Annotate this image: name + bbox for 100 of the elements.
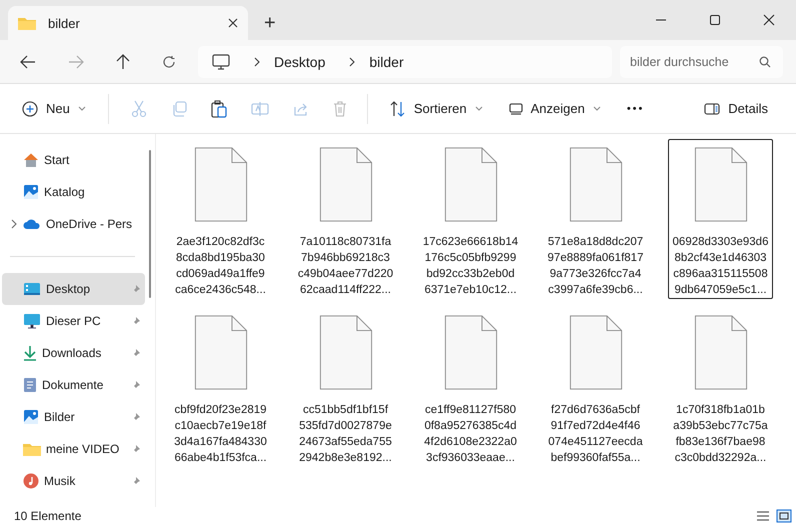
- file-name: 24673af55eda755: [299, 435, 392, 450]
- file-name: c896aa315115508: [673, 267, 768, 282]
- file-name: 074e451127eecda: [548, 435, 643, 450]
- search-icon: [759, 56, 771, 68]
- tab-title: bilder: [48, 16, 81, 30]
- document-icon: [23, 377, 37, 393]
- sidebar-item[interactable]: Musik: [2, 465, 145, 497]
- file-item[interactable]: f27d6d7636a5cbf 91f7ed72d4e4f46 074e451127eecda bef99360faf55a...: [543, 307, 648, 467]
- file-name: 176c5c05bfb9299: [424, 251, 516, 266]
- file-item[interactable]: 571e8a18d8dc207 97e8889fa061f817 9a773e326fcc7a4 c3997a6fe39cb6...: [543, 139, 648, 299]
- file-name: 2ae3f120c82df3c: [176, 235, 265, 250]
- sidebar-item[interactable]: Start: [2, 144, 145, 176]
- file-name: 97e8889fa061f817: [548, 251, 644, 266]
- file-item[interactable]: 17c623e66618b14 176c5c05bfb9299 bd92cc33b2eb0d 6371e7eb10c12...: [418, 139, 523, 299]
- caret-icon: [592, 106, 601, 111]
- folder-icon: [18, 16, 36, 30]
- file-name: 66abe4b1f53fca...: [174, 451, 267, 466]
- breadcrumb-item[interactable]: Desktop: [274, 54, 326, 70]
- chevron-icon: [349, 56, 356, 66]
- file-name: 2942b8e3e8192...: [299, 451, 392, 466]
- sidebar-item[interactable]: Desktop: [2, 273, 145, 305]
- sidebar-item[interactable]: Downloads: [2, 337, 145, 369]
- search-field[interactable]: bilder durchsuche: [620, 46, 783, 78]
- picture-icon: [23, 184, 39, 200]
- file-name: 4f2d6108e2322a0: [424, 435, 517, 450]
- sidebar-item[interactable]: Dieser PC: [2, 305, 145, 337]
- file-name: 0f8a95276385c4d: [424, 419, 517, 434]
- view-button[interactable]: Anzeigen: [500, 95, 609, 122]
- sidebar-item[interactable]: Dokumente: [2, 369, 145, 401]
- file-name: 6371e7eb10c12...: [424, 283, 517, 298]
- file-name: 8b2cf43e1d46303: [674, 251, 767, 266]
- item-count: 10 Elemente: [14, 508, 82, 522]
- file-name: 1c70f318fb1a01b: [676, 403, 765, 418]
- file-name: 571e8a18d8dc207: [548, 235, 644, 250]
- file-name: 17c623e66618b14: [422, 235, 518, 250]
- sidebar-item[interactable]: meine VIDEO: [2, 433, 145, 465]
- chevron-icon: [254, 56, 260, 66]
- file-name: 9db647059e5c1...: [674, 283, 767, 298]
- file-name: ca6ce2436c548...: [175, 283, 266, 298]
- caret-icon: [474, 106, 483, 111]
- monitor-icon: [23, 313, 41, 329]
- caret-icon: [78, 106, 86, 111]
- file-name: 3d4a167fa484330: [174, 435, 267, 450]
- file-item[interactable]: 1c70f318fb1a01b a39b53ebc77c75a fb83e136f7bae98 c3c0bdd32292a...: [668, 307, 773, 467]
- address-bar[interactable]: Desktop bilder: [198, 46, 612, 78]
- monitor-icon: [212, 54, 230, 70]
- file-name: c49b04aee77d220: [298, 267, 394, 282]
- clipboard-icon[interactable]: [210, 100, 227, 118]
- file-name: cd069ad49a1ffe9: [176, 267, 265, 282]
- file-item[interactable]: cbf9fd20f23e2819 c10aecb7e19e18f 3d4a167fa484330 66abe4b1f53fca...: [168, 307, 273, 467]
- file-name: a39b53ebc77c75a: [673, 419, 768, 434]
- file-name: 91f7ed72d4e4f46: [550, 419, 640, 434]
- breadcrumb-item[interactable]: bilder: [369, 54, 404, 70]
- file-name: 535fd7d0027879e: [299, 419, 392, 434]
- file-item[interactable]: ce1ff9e81127f580 0f8a95276385c4d 4f2d6108e2322a0 3cf936033eaae...: [418, 307, 523, 467]
- file-item[interactable]: 2ae3f120c82df3c 8cda8bd195ba30 cd069ad49a1ffe9 ca6ce2436c548...: [168, 139, 273, 299]
- house-icon: [23, 152, 39, 168]
- more-button[interactable]: •••: [618, 96, 652, 120]
- file-name: bd92cc33b2eb0d: [426, 267, 515, 282]
- tiles-view-icon[interactable]: [776, 508, 792, 522]
- file-name: c3c0bdd32292a...: [674, 451, 766, 466]
- details-button[interactable]: Details: [696, 95, 776, 122]
- folder-tab[interactable]: bilder: [8, 6, 248, 40]
- file-name: cbf9fd20f23e2819: [174, 403, 267, 418]
- details-pane-icon: [704, 102, 720, 114]
- sidebar-item[interactable]: OneDrive - Pers: [2, 208, 145, 240]
- scrollbar-thumb[interactable]: [149, 150, 151, 298]
- desktop-icon: [23, 282, 41, 296]
- new-button[interactable]: Neu: [14, 94, 94, 122]
- file-name: fb83e136f7bae98: [676, 435, 766, 450]
- file-name: 8cda8bd195ba30: [176, 251, 265, 266]
- file-name: f27d6d7636a5cbf: [551, 403, 640, 418]
- new-tab-button[interactable]: +: [254, 6, 286, 40]
- file-item[interactable]: 7a10118c80731fa 7b946bb69218c3 c49b04aee77d220 62caad114ff222...: [293, 139, 398, 299]
- expand-chevron-icon[interactable]: [10, 219, 18, 229]
- file-name: 3cf936033eaae...: [426, 451, 515, 466]
- file-name: c10aecb7e19e18f: [174, 419, 266, 434]
- file-item[interactable]: cc51bb5df1bf15f 535fd7d0027879e 24673af55eda755 2942b8e3e8192...: [293, 307, 398, 467]
- close-icon[interactable]: [763, 14, 775, 26]
- plus-circle-icon: [22, 100, 38, 116]
- sidebar-item[interactable]: Bilder: [2, 401, 145, 433]
- picture-icon: [23, 409, 39, 425]
- file-item[interactable]: 06928d3303e93d6 8b2cf43e1d46303 c896aa315115508 9db647059e5c1...: [668, 139, 773, 299]
- file-name: 7b946bb69218c3: [301, 251, 390, 266]
- close-tab-icon[interactable]: [228, 18, 238, 28]
- file-name: 7a10118c80731fa: [300, 235, 392, 250]
- folder-icon: [23, 442, 41, 456]
- refresh-icon[interactable]: [162, 54, 176, 68]
- up-arrow-icon[interactable]: [116, 54, 130, 70]
- details-view-icon[interactable]: [756, 510, 770, 522]
- forward-arrow-icon[interactable]: [68, 54, 84, 68]
- sort-button[interactable]: Sortieren: [382, 94, 491, 122]
- sidebar-item[interactable]: Katalog: [2, 176, 145, 208]
- music-note-icon: [23, 473, 39, 489]
- sort-arrows-icon: [390, 100, 406, 116]
- maximize-icon[interactable]: [709, 14, 721, 26]
- back-arrow-icon[interactable]: [20, 54, 36, 68]
- file-name: ce1ff9e81127f580: [424, 403, 516, 418]
- file-name: 9a773e326fcc7a4: [550, 267, 642, 282]
- cloud-icon: [23, 218, 41, 230]
